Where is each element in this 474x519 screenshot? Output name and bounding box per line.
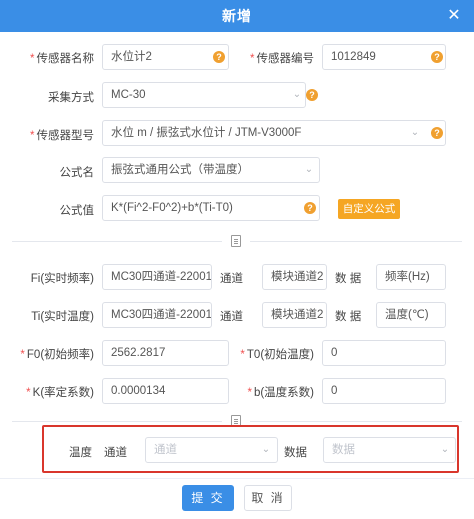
chevron-down-icon: ⌄ bbox=[440, 444, 450, 455]
question-circle-icon[interactable]: ? bbox=[213, 51, 225, 63]
fi-channel-label: 通道 bbox=[220, 273, 243, 285]
dialog-title: 新增 bbox=[222, 8, 252, 24]
ti-label: Ti(实时温度) bbox=[31, 311, 94, 323]
cancel-button[interactable]: 取 消 bbox=[244, 485, 292, 511]
ti-device-select[interactable]: MC30四通道-22001 bbox=[102, 302, 212, 328]
k-label: * K(率定系数) bbox=[26, 387, 94, 399]
collect-method-label: 采集方式 bbox=[48, 92, 94, 104]
divider bbox=[12, 421, 222, 422]
f0-label: * F0(初始频率) bbox=[20, 349, 94, 361]
custom-formula-button[interactable]: 自定义公式 bbox=[338, 199, 400, 219]
ti-data-label: 数 据 bbox=[335, 311, 362, 323]
b-label: * b(温度系数) bbox=[247, 387, 314, 399]
temperature-label: 温度 bbox=[69, 447, 92, 459]
divider bbox=[12, 241, 222, 242]
question-circle-icon[interactable]: ? bbox=[306, 89, 318, 101]
fi-label: Fi(实时频率) bbox=[30, 273, 94, 285]
fi-device-select[interactable]: MC30四通道-22001 bbox=[102, 264, 212, 290]
sensor-code-input[interactable]: 1012849 bbox=[322, 44, 446, 70]
close-icon[interactable]: ✕ bbox=[444, 6, 464, 26]
ti-data-select[interactable]: 温度(℃) bbox=[376, 302, 446, 328]
t0-label: * T0(初始温度) bbox=[240, 349, 314, 361]
question-circle-icon[interactable]: ? bbox=[431, 51, 443, 63]
chevron-down-icon: ⌄ bbox=[410, 127, 420, 138]
fi-channel-select[interactable]: 模块通道2 bbox=[262, 264, 327, 290]
sensor-model-select[interactable]: 水位 m / 振弦式水位计 / JTM-V3000F bbox=[102, 120, 446, 146]
dialog-header: 新增 bbox=[0, 0, 474, 32]
formula-value-label: 公式值 bbox=[59, 205, 95, 217]
sensor-name-input[interactable]: 水位计2 bbox=[102, 44, 229, 70]
sensor-name-label: * 传感器名称 bbox=[30, 53, 94, 65]
chevron-down-icon: ⌄ bbox=[261, 444, 271, 455]
fi-data-select[interactable]: 频率(Hz) bbox=[376, 264, 446, 290]
temperature-data-label: 数据 bbox=[284, 447, 307, 459]
t0-input[interactable]: 0 bbox=[322, 340, 446, 366]
f0-input[interactable]: 2562.2817 bbox=[102, 340, 229, 366]
formula-value-input[interactable]: K*(Fi^2-F0^2)+b*(Ti-T0) bbox=[102, 195, 320, 221]
chevron-down-icon: ⌄ bbox=[292, 89, 302, 100]
submit-button[interactable]: 提 交 bbox=[182, 485, 234, 511]
divider bbox=[250, 421, 462, 422]
sensor-model-label: * 传感器型号 bbox=[30, 130, 94, 142]
ti-channel-label: 通道 bbox=[220, 311, 243, 323]
divider bbox=[250, 241, 462, 242]
formula-name-label: 公式名 bbox=[59, 167, 95, 179]
question-circle-icon[interactable]: ? bbox=[304, 202, 316, 214]
formula-name-select[interactable]: 振弦式通用公式（带温度） bbox=[102, 157, 320, 183]
ti-channel-select[interactable]: 模块通道2 bbox=[262, 302, 327, 328]
collect-method-select[interactable]: MC-30 bbox=[102, 82, 306, 108]
fi-data-label: 数 据 bbox=[335, 273, 362, 285]
b-input[interactable]: 0 bbox=[322, 378, 446, 404]
sensor-code-label: * 传感器编号 bbox=[250, 53, 314, 65]
document-icon bbox=[231, 235, 241, 247]
chevron-down-icon: ⌄ bbox=[304, 164, 314, 175]
temperature-channel-label: 通道 bbox=[104, 447, 127, 459]
k-input[interactable]: 0.0000134 bbox=[102, 378, 229, 404]
footer-divider bbox=[0, 478, 474, 479]
question-circle-icon[interactable]: ? bbox=[431, 127, 443, 139]
temperature-data-select[interactable]: 数据 bbox=[323, 437, 456, 463]
